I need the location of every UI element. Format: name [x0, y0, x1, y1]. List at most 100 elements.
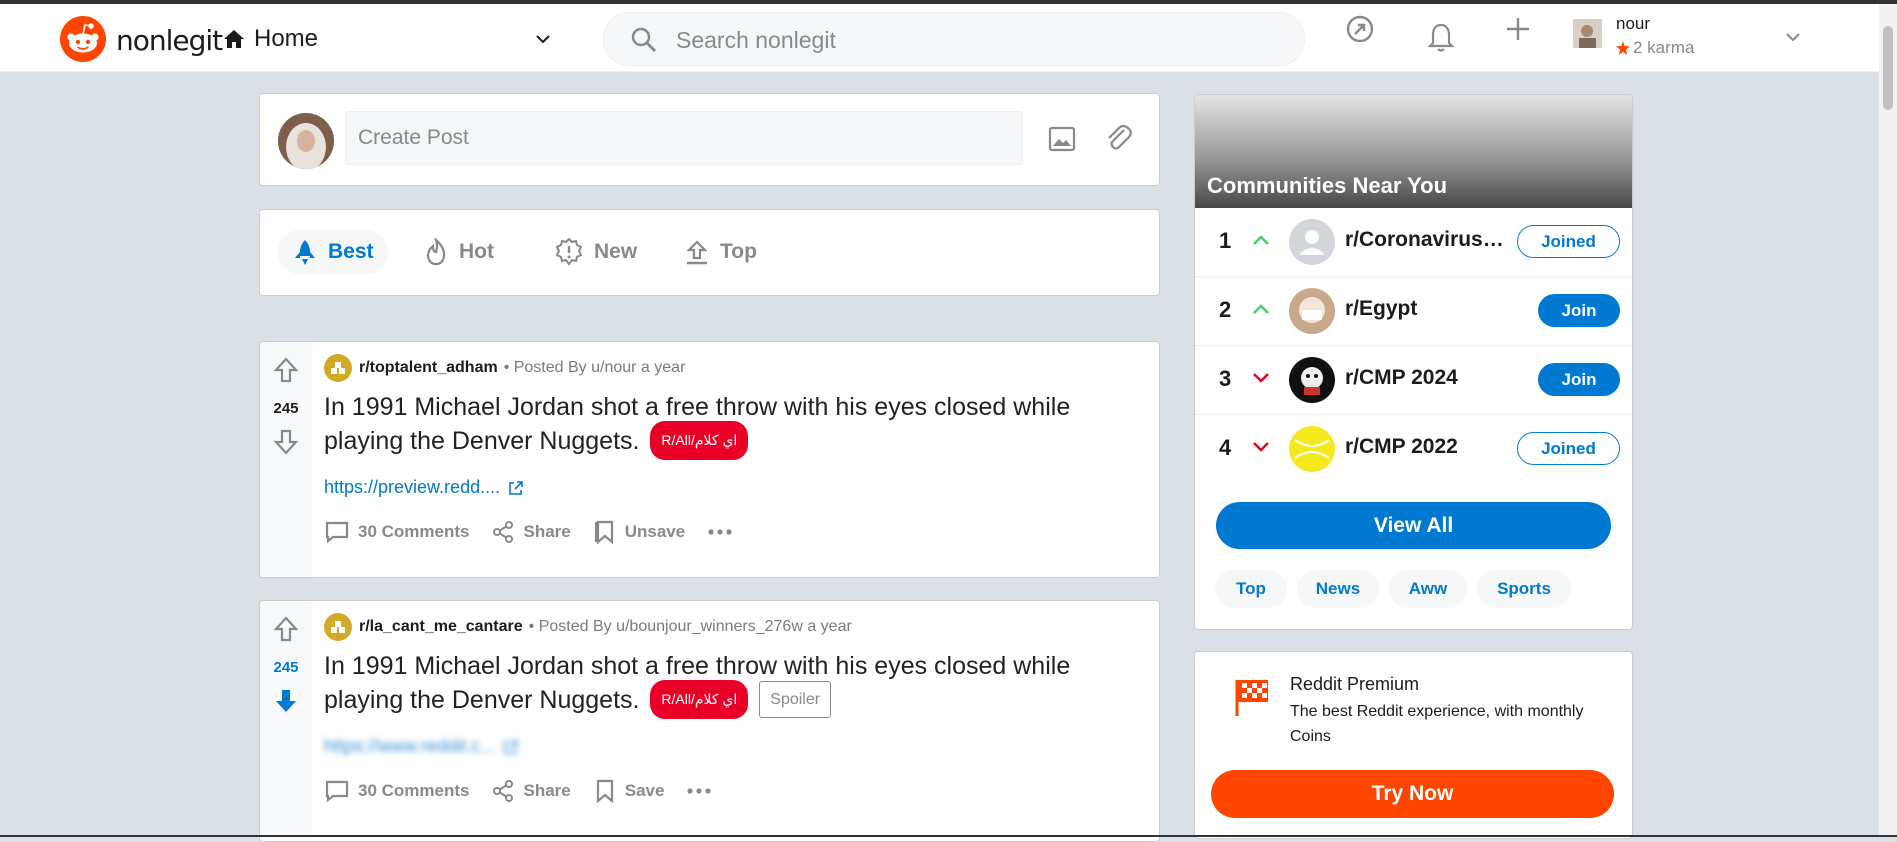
- attachment-link-icon[interactable]: [1102, 122, 1134, 154]
- search-input[interactable]: [674, 25, 1278, 55]
- chip-news[interactable]: News: [1297, 570, 1379, 608]
- reddit-logo-icon[interactable]: [60, 16, 106, 62]
- comments-label: 30 Comments: [358, 522, 470, 541]
- post-meta: r/toptalent_adham • Posted By u/nour a y…: [324, 354, 685, 382]
- avatar[interactable]: [278, 113, 334, 169]
- karma-count: 2 karma: [1633, 38, 1695, 57]
- comments-button[interactable]: 30 Comments: [324, 769, 469, 813]
- sort-label: Top: [720, 240, 757, 263]
- subreddit-name[interactable]: r/toptalent_adham: [359, 359, 498, 377]
- community-avatar[interactable]: [1289, 219, 1335, 265]
- community-row[interactable]: 3 r/CMP 2024 Join: [1195, 346, 1632, 415]
- premium-title: Reddit Premium: [1290, 674, 1420, 694]
- premium-flag-icon: [1235, 680, 1268, 716]
- community-name[interactable]: r/Coronavirus…: [1345, 228, 1515, 252]
- join-button[interactable]: Join: [1538, 294, 1620, 327]
- trend-down-icon: [1253, 442, 1269, 452]
- notification-bell-icon[interactable]: [1427, 22, 1455, 54]
- communities-widget: Communities Near You 1 r/Coronavirus… Jo…: [1194, 94, 1633, 630]
- community-avatar[interactable]: [1289, 288, 1335, 334]
- downvote-icon[interactable]: [273, 428, 299, 456]
- downvote-icon[interactable]: [273, 687, 299, 715]
- community-avatar[interactable]: [1289, 357, 1335, 403]
- joined-button[interactable]: Joined: [1517, 225, 1620, 258]
- upvote-icon[interactable]: [273, 356, 299, 384]
- home-icon: [224, 30, 244, 48]
- user-avatar[interactable]: [1573, 19, 1602, 48]
- community-name[interactable]: r/CMP 2024: [1345, 366, 1515, 390]
- chevron-down-icon[interactable]: [1784, 28, 1802, 46]
- top-header: nonlegit Home nour 2 karma: [0, 4, 1897, 72]
- search-icon: [631, 27, 656, 52]
- share-button[interactable]: Share: [491, 510, 571, 554]
- chip-top[interactable]: Top: [1215, 570, 1287, 608]
- post-flair[interactable]: اي كلام/R/All: [650, 680, 749, 719]
- post-title[interactable]: In 1991 Michael Jordan shot a free throw…: [324, 392, 1124, 462]
- comments-button[interactable]: 30 Comments: [324, 510, 469, 554]
- post-meta: r/la_cant_me_cantare • Posted By u/bounj…: [324, 613, 852, 641]
- bookmark-icon: [594, 520, 613, 545]
- sort-top-button[interactable]: Top: [670, 230, 771, 274]
- spoiler-tag: Spoiler: [759, 681, 832, 718]
- view-all-button[interactable]: View All: [1216, 502, 1611, 549]
- post-link[interactable]: https://www.reddit.c...: [324, 736, 519, 757]
- post-link-text: https://preview.redd....: [324, 477, 501, 497]
- post-link[interactable]: https://preview.redd....: [324, 477, 524, 498]
- community-avatar[interactable]: [1289, 426, 1335, 472]
- try-now-button[interactable]: Try Now: [1211, 770, 1614, 818]
- unsave-button[interactable]: Unsave: [593, 510, 685, 554]
- post-title[interactable]: In 1991 Michael Jordan shot a free throw…: [324, 651, 1124, 721]
- sort-label: Hot: [459, 240, 494, 263]
- join-button[interactable]: Join: [1538, 363, 1620, 396]
- sort-hot-button[interactable]: Hot: [409, 230, 508, 274]
- bookmark-icon: [596, 779, 613, 804]
- chip-aww[interactable]: Aww: [1389, 570, 1467, 608]
- sort-new-button[interactable]: New: [540, 230, 651, 274]
- subreddit-icon[interactable]: [324, 613, 352, 641]
- image-upload-icon[interactable]: [1047, 124, 1077, 154]
- search-bar[interactable]: [603, 12, 1305, 66]
- post-flair[interactable]: اي كلام/R/All: [650, 421, 749, 460]
- new-badge-icon: [555, 237, 583, 266]
- user-name[interactable]: nour: [1616, 14, 1650, 34]
- community-row[interactable]: 2 r/Egypt Join: [1195, 277, 1632, 346]
- communities-banner: Communities Near You: [1195, 95, 1632, 208]
- post-actions: 30 Comments Share Save: [324, 769, 742, 813]
- joined-button[interactable]: Joined: [1517, 432, 1620, 465]
- chip-sports[interactable]: Sports: [1477, 570, 1571, 608]
- trend-up-icon: [1253, 235, 1269, 245]
- plus-icon[interactable]: [1505, 16, 1531, 42]
- more-options-button[interactable]: [686, 769, 720, 813]
- share-button[interactable]: Share: [491, 769, 571, 813]
- sort-best-button[interactable]: Best: [278, 230, 388, 274]
- post-author-time: • Posted By u/nour a year: [503, 359, 686, 376]
- brand-name[interactable]: nonlegit: [116, 24, 223, 57]
- subreddit-name[interactable]: r/la_cant_me_cantare: [359, 618, 523, 636]
- premium-description: The best Reddit experience, with monthly…: [1290, 703, 1584, 745]
- post-card[interactable]: 245 r/la_cant_me_cantare • Posted By u/b…: [259, 600, 1160, 842]
- post-link-text: https://www.reddit.c...: [324, 736, 496, 756]
- community-name[interactable]: r/Egypt: [1345, 297, 1515, 321]
- community-rank: 3: [1219, 366, 1232, 391]
- scrollbar-thumb[interactable]: [1883, 26, 1893, 110]
- community-name[interactable]: r/CMP 2022: [1345, 435, 1515, 459]
- post-actions: 30 Comments Share Unsave: [324, 510, 763, 554]
- more-options-button[interactable]: [707, 510, 741, 554]
- vote-column: 245: [260, 601, 312, 841]
- subreddit-icon[interactable]: [324, 354, 352, 382]
- save-label: Unsave: [624, 522, 686, 541]
- share-icon: [493, 780, 514, 802]
- community-row[interactable]: 4 r/CMP 2022 Joined: [1195, 415, 1632, 483]
- community-row[interactable]: 1 r/Coronavirus… Joined: [1195, 208, 1632, 277]
- page-scrollbar[interactable]: [1879, 4, 1897, 837]
- popular-icon[interactable]: [1345, 14, 1375, 44]
- chevron-down-icon[interactable]: [534, 30, 552, 48]
- upvote-icon[interactable]: [273, 615, 299, 643]
- home-label: Home: [254, 25, 319, 52]
- more-dots-icon: [687, 788, 712, 794]
- post-card[interactable]: 245 r/toptalent_adham • Posted By u/nour…: [259, 341, 1160, 578]
- save-button[interactable]: Save: [593, 769, 664, 813]
- comment-icon: [325, 521, 349, 544]
- create-post-input[interactable]: [345, 111, 1023, 165]
- home-dropdown[interactable]: Home: [222, 24, 318, 54]
